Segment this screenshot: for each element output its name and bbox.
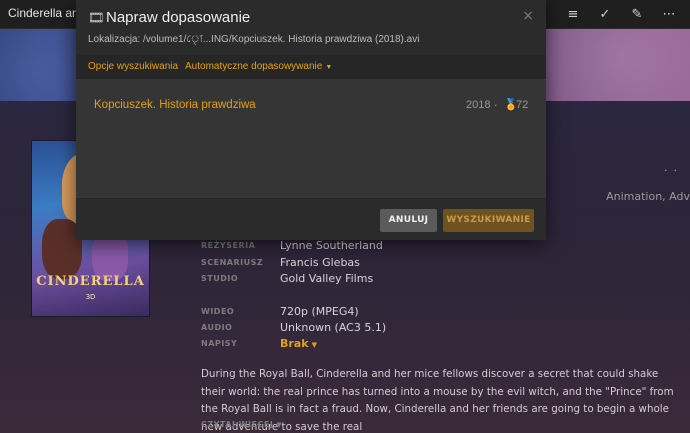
match-result[interactable]: Kopciuszek. Historia prawdziwa 2018 · 🏅 … bbox=[76, 92, 546, 120]
cancel-button[interactable]: ANULUJ bbox=[380, 209, 437, 232]
genre-text: Animation, Adv bbox=[606, 190, 690, 203]
app-title: Cinderella and bbox=[8, 6, 86, 20]
subtitles-value: Brak bbox=[280, 337, 309, 350]
toolbar: ▶ ≡ ✓ ✎ ⋯ bbox=[534, 0, 676, 29]
result-year: 2018 bbox=[466, 99, 491, 111]
chevron-down-icon: ▼ bbox=[311, 341, 317, 349]
poster-title: CINDERELLA bbox=[36, 274, 145, 289]
fix-match-dialog: 🎞 Napraw dopasowanie × Lokalizacja: /vol… bbox=[76, 0, 546, 240]
dialog-title: Napraw dopasowanie bbox=[106, 9, 251, 26]
read-more-link[interactable]: CZYTAJ WIĘCEJ ▼ bbox=[201, 420, 282, 429]
result-title: Kopciuszek. Historia prawdziwa bbox=[94, 99, 256, 111]
tab-search-options[interactable]: Opcje wyszukiwania bbox=[88, 61, 178, 72]
tab-auto-match[interactable]: Automatyczne dopasowywanie ▼ bbox=[185, 61, 332, 72]
dialog-tabs: Opcje wyszukiwania Automatyczne dopasowy… bbox=[76, 55, 546, 79]
video-value: 720p (MPEG4) bbox=[280, 305, 359, 318]
subtitles-label: NAPISY bbox=[201, 339, 238, 348]
close-icon[interactable]: × bbox=[522, 8, 534, 24]
dialog-header: 🎞 Napraw dopasowanie × Lokalizacja: /vol… bbox=[76, 0, 546, 55]
video-label: WIDEO bbox=[201, 307, 235, 316]
result-score: 72 bbox=[516, 99, 529, 111]
poster-subtitle: 3D bbox=[85, 293, 96, 301]
audio-value[interactable]: Unknown (AC3 5.1) bbox=[280, 321, 386, 334]
tab-auto-match-label: Automatyczne dopasowywanie bbox=[185, 61, 323, 72]
writer-value[interactable]: Francis Glebas bbox=[280, 256, 360, 269]
director-value[interactable]: Lynne Southerland bbox=[280, 239, 383, 252]
audio-label: AUDIO bbox=[201, 323, 233, 332]
studio-label: STUDIO bbox=[201, 274, 239, 283]
subtitles-dropdown[interactable]: Brak ▼ bbox=[280, 337, 317, 350]
writer-label: SCENARIUSZ bbox=[201, 258, 264, 267]
more-icon[interactable]: ⋯ bbox=[662, 7, 676, 22]
studio-value[interactable]: Gold Valley Films bbox=[280, 272, 373, 285]
separator: · bbox=[494, 99, 498, 112]
add-to-list-icon[interactable]: ≡ bbox=[566, 7, 580, 22]
check-icon[interactable]: ✓ bbox=[598, 7, 612, 22]
chevron-down-icon: ▼ bbox=[325, 64, 333, 71]
read-more-label: CZYTAJ WIĘCEJ bbox=[201, 420, 274, 429]
more-options-icon[interactable]: ·· bbox=[664, 164, 683, 177]
edit-icon[interactable]: ✎ bbox=[630, 7, 644, 22]
chevron-down-icon: ▼ bbox=[276, 421, 283, 429]
match-icon: 🎞 bbox=[88, 11, 105, 26]
director-label: REŻYSERIA bbox=[201, 241, 256, 250]
search-button[interactable]: WYSZUKIWANIE bbox=[443, 209, 534, 232]
dialog-footer: ANULUJ WYSZUKIWANIE bbox=[76, 198, 546, 240]
file-path: Lokalizacja: /volume1/ৃো...ING/Kopciusze… bbox=[88, 34, 420, 45]
